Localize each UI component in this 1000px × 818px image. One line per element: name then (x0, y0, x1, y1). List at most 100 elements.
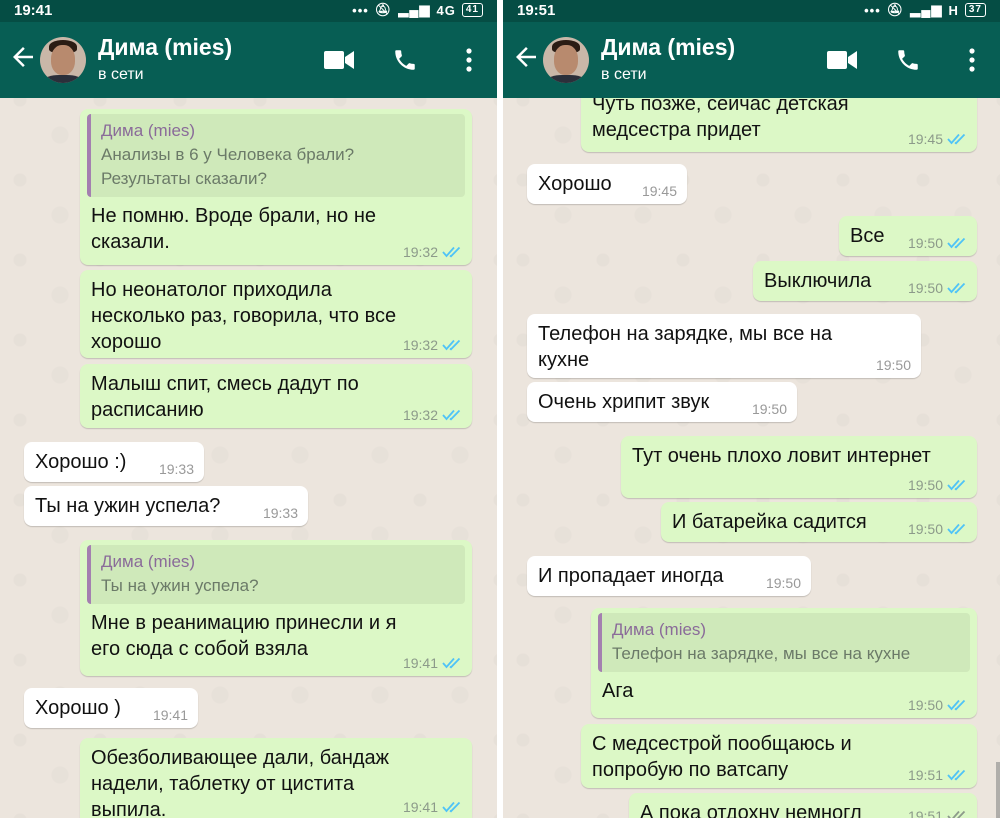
double-check-icon (442, 339, 461, 351)
message-meta: 19:32 (403, 408, 462, 422)
avatar[interactable] (40, 37, 86, 83)
videocam-icon (324, 51, 354, 69)
message-time: 19:51 (907, 808, 943, 818)
message-meta: 19:32 (403, 338, 462, 352)
message-text: Тут очень плохо ловит интернет (632, 445, 931, 467)
message-meta: 19:50 (766, 576, 801, 590)
more-options-button[interactable] (457, 42, 481, 78)
message-meta: 19:32 (403, 245, 462, 259)
message-bubble-incoming[interactable]: Хорошо :) 19:33 (24, 442, 204, 482)
double-check-icon (442, 657, 461, 669)
contact-name[interactable]: Дима (mies) (98, 34, 232, 61)
message-meta: 19:41 (153, 708, 188, 722)
message-text: Телефон на зарядке, мы все на кухне (538, 323, 833, 371)
message-bubble-incoming[interactable]: Хорошо 19:45 (527, 164, 687, 204)
message-bubble-outgoing[interactable]: А пока отдохну немногл 19:51 (629, 793, 977, 818)
network-type: 4G (436, 2, 456, 18)
quoted-author: Дима (mies) (101, 121, 196, 140)
message-bubble-outgoing[interactable]: Дима (mies) Ты на ужин успела? Мне в реа… (80, 540, 472, 676)
phone-icon (395, 50, 415, 70)
battery-icon: 41 (461, 3, 483, 17)
message-bubble-incoming[interactable]: И пропадает иногда 19:50 (527, 556, 811, 596)
message-bubble-outgoing[interactable]: Малыш спит, смесь дадут по расписанию 19… (80, 364, 472, 428)
message-bubble-outgoing[interactable]: Но неонатолог приходила несколько раз, г… (80, 270, 472, 358)
message-time: 19:50 (907, 235, 943, 251)
message-meta: 19:33 (159, 462, 194, 476)
voice-call-button[interactable] (387, 42, 423, 78)
message-time: 19:50 (907, 697, 943, 713)
message-bubble-outgoing[interactable]: Обезболивающее дали, бандаж надели, табл… (80, 738, 472, 818)
message-meta: 19:50 (752, 402, 787, 416)
message-time: 19:45 (907, 131, 943, 147)
more-options-button[interactable] (960, 42, 984, 78)
message-meta: 19:50 (908, 698, 967, 712)
message-meta: 19:33 (263, 506, 298, 520)
contact-status: в сети (98, 66, 144, 83)
double-check-icon (442, 801, 461, 813)
quoted-author: Дима (mies) (612, 620, 707, 639)
message-meta: 19:41 (403, 656, 462, 670)
message-text: Очень хрипит звук (538, 391, 710, 413)
video-call-button[interactable] (321, 42, 357, 78)
message-bubble-incoming[interactable]: Телефон на зарядке, мы все на кухне 19:5… (527, 314, 921, 378)
message-bubble-incoming[interactable]: Хорошо ) 19:41 (24, 688, 198, 728)
message-meta: 19:45 (908, 132, 967, 146)
message-meta: 19:50 (908, 281, 967, 295)
message-meta: 19:50 (876, 358, 911, 372)
quoted-text: Ты на ужин успела? (101, 576, 259, 595)
message-bubble-outgoing[interactable]: Дима (mies) Телефон на зарядке, мы все н… (591, 608, 977, 718)
message-time: 19:32 (402, 337, 438, 353)
quoted-message[interactable]: Дима (mies) Телефон на зарядке, мы все н… (598, 613, 970, 672)
double-check-icon (947, 237, 966, 249)
message-time: 19:41 (152, 707, 188, 723)
quoted-text: Анализы в 6 у Человека брали? Результаты… (101, 145, 355, 188)
message-time: 19:32 (402, 244, 438, 260)
avatar[interactable] (543, 37, 589, 83)
message-meta: 19:50 (908, 478, 967, 492)
arrow-left-icon[interactable] (511, 42, 541, 72)
message-meta: 19:50 (908, 236, 967, 250)
notification-dots-icon: ••• (352, 2, 369, 18)
message-bubble-incoming[interactable]: Ты на ужин успела? 19:33 (24, 486, 308, 526)
signal-icon: ▂▄▆ (910, 2, 943, 17)
double-check-icon (947, 479, 966, 491)
message-time: 19:50 (907, 280, 943, 296)
message-time: 19:33 (158, 461, 194, 477)
voice-call-button[interactable] (890, 42, 926, 78)
message-time: 19:45 (641, 183, 677, 199)
chat-header: Дима (mies) в сети (0, 22, 497, 98)
message-bubble-outgoing[interactable]: Выключила 19:50 (753, 261, 977, 301)
mute-icon: 🔕︎ (886, 2, 905, 17)
message-time: 19:51 (907, 767, 943, 783)
double-check-icon (947, 523, 966, 535)
message-bubble-outgoing[interactable]: С медсестрой пообщаюсь и попробую по ват… (581, 724, 977, 788)
chat-header: Дима (mies) в сети (503, 22, 1000, 98)
double-check-icon (947, 810, 966, 818)
chat-screen-right: Чуть позже, сейчас детская медсестра при… (503, 0, 1000, 818)
quoted-message[interactable]: Дима (mies) Ты на ужин успела? (87, 545, 465, 604)
message-text: И пропадает иногда (538, 565, 724, 587)
message-meta: 19:45 (642, 184, 677, 198)
videocam-icon (827, 51, 857, 69)
message-time: 19:41 (402, 799, 438, 815)
quoted-message[interactable]: Дима (mies) Анализы в 6 у Человека брали… (87, 114, 465, 197)
arrow-left-icon[interactable] (8, 42, 38, 72)
phone-icon (898, 50, 918, 70)
video-call-button[interactable] (824, 42, 860, 78)
message-bubble-incoming[interactable]: Очень хрипит звук 19:50 (527, 382, 797, 422)
message-bubble-outgoing[interactable]: Все 19:50 (839, 216, 977, 256)
message-bubble-outgoing[interactable]: Дима (mies) Анализы в 6 у Человека брали… (80, 109, 472, 265)
scroll-indicator[interactable] (996, 762, 1000, 818)
contact-name[interactable]: Дима (mies) (601, 34, 735, 61)
chat-screen-left: 19:41 ••• 🔕︎ ▂▄▆ 4G 41 Дима (mies) в сет… (0, 0, 497, 818)
double-check-icon (442, 246, 461, 258)
status-bar: 19:51 ••• 🔕︎ ▂▄▆ H 37 (503, 0, 1000, 22)
message-bubble-outgoing[interactable]: Тут очень плохо ловит интернет 19:50 (621, 436, 977, 498)
more-vert-icon (466, 48, 472, 72)
message-time: 19:50 (751, 401, 787, 417)
network-type: H (948, 2, 959, 18)
double-check-icon (442, 409, 461, 421)
message-bubble-outgoing[interactable]: И батарейка садится 19:50 (661, 502, 977, 542)
message-time: 19:50 (765, 575, 801, 591)
double-check-icon (947, 133, 966, 145)
